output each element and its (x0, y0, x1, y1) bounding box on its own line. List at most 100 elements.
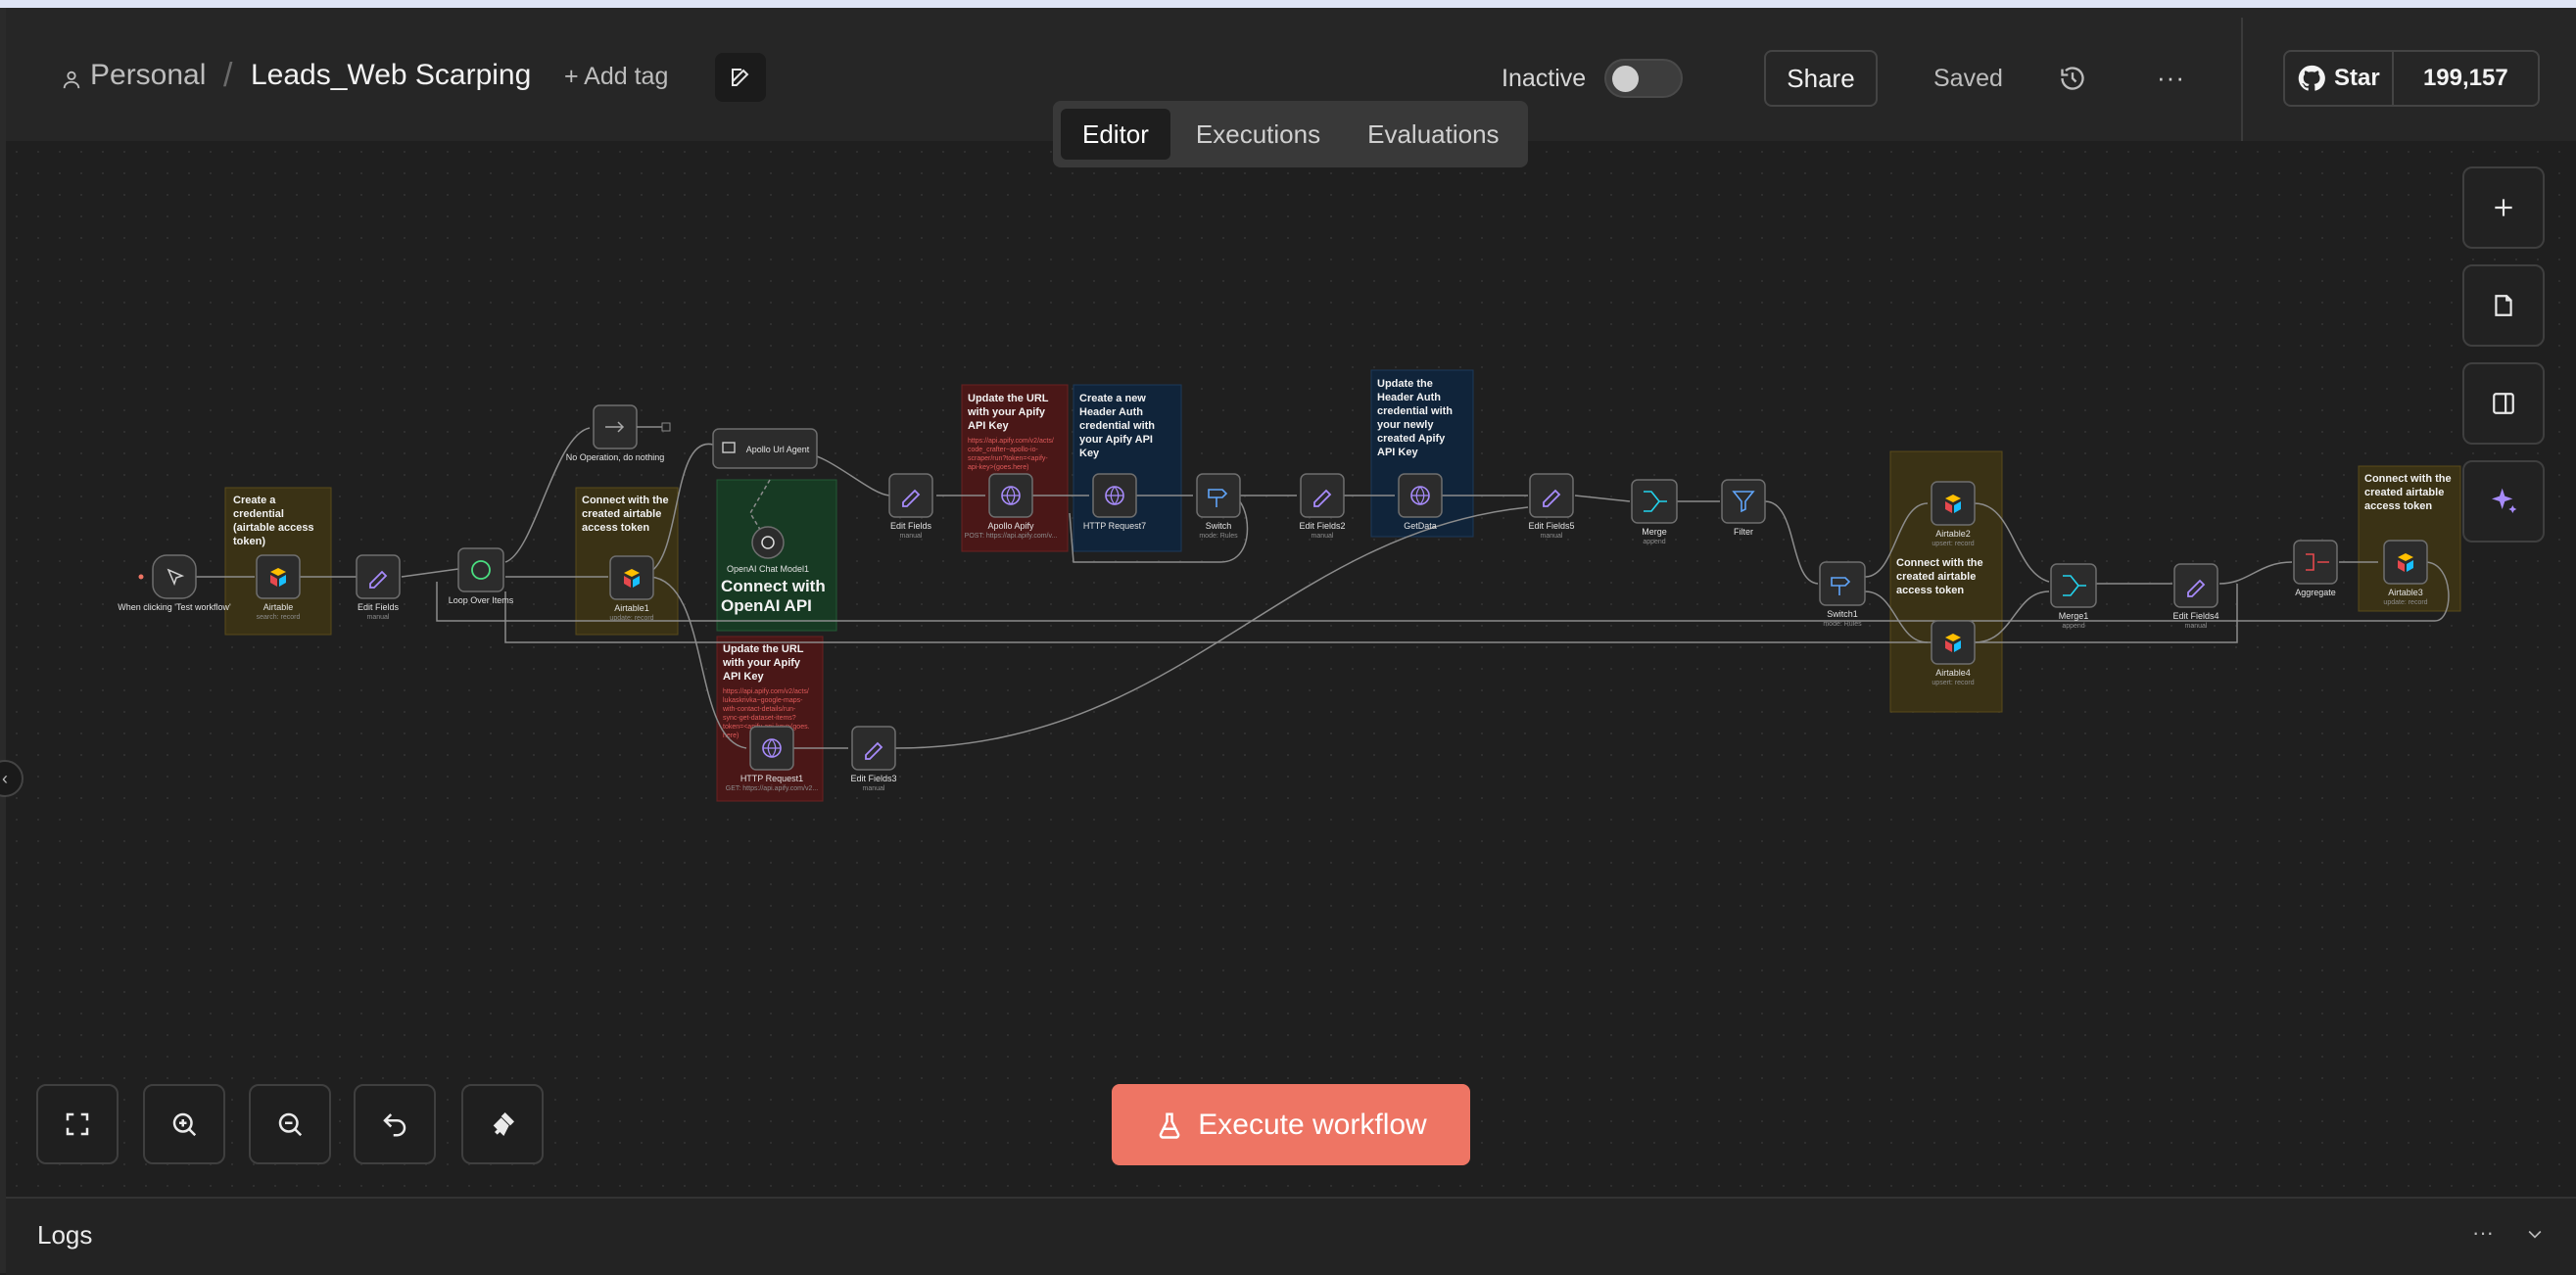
sparkle-icon (2492, 488, 2517, 513)
workflow-name[interactable]: Leads_Web Scarping (251, 59, 531, 92)
node-edit-fields3[interactable]: Edit Fields3 manual (850, 726, 897, 792)
node-label: Edit Fields3 (850, 774, 896, 783)
tab-editor[interactable]: Editor (1061, 109, 1170, 160)
ai-assistant-button[interactable] (2462, 460, 2545, 543)
tidy-up-button[interactable] (461, 1084, 544, 1164)
share-button[interactable]: Share (1764, 50, 1878, 107)
workflow-canvas[interactable]: .nbox { fill:#2c2c2c; stroke:#6e6e6e; st… (6, 141, 2576, 1197)
note-url: api-key>(goes.here) (968, 464, 1028, 471)
node-edit-fields[interactable]: Edit Fields manual (356, 554, 401, 621)
node-edit-fields2[interactable]: Edit Fields2 manual (1299, 473, 1346, 540)
flask-icon (1159, 1112, 1180, 1139)
node-label: Aggregate (2295, 588, 2336, 597)
node-switch[interactable]: Switch mode: Rules (1196, 473, 1241, 540)
saved-status: Saved (1933, 65, 2003, 92)
node-label: Airtable3 (2388, 588, 2423, 597)
node-sublabel: manual (367, 614, 390, 621)
note-url: lukaskrivka~google-maps- (723, 697, 803, 704)
node-sublabel: upsert: record (1932, 680, 1974, 686)
node-sublabel: mode: Rules (1199, 533, 1238, 540)
active-status-label: Inactive (1502, 65, 1587, 92)
edit-icon (732, 69, 749, 86)
active-toggle[interactable] (1604, 59, 1683, 98)
note-line: API Key (1377, 447, 1418, 458)
node-label: HTTP Request1 (740, 774, 803, 783)
add-sticky-note-button[interactable] (2462, 264, 2545, 347)
execute-workflow-button[interactable]: Execute workflow (1112, 1084, 1470, 1165)
node-edit-fields5[interactable]: Edit Fields5 manual (1528, 473, 1575, 540)
zoom-in-button[interactable] (143, 1084, 225, 1164)
node-edit-fields-b[interactable]: Edit Fields manual (888, 473, 933, 540)
breadcrumb-project[interactable]: Personal (90, 59, 206, 92)
undo-button[interactable] (354, 1084, 436, 1164)
node-label: Airtable4 (1935, 668, 1971, 678)
node-label: Edit Fields (890, 521, 932, 531)
node-label: Edit Fields2 (1299, 521, 1345, 531)
note-url: https://api.apify.com/v2/acts/ (723, 688, 809, 695)
note-line: access token (2364, 500, 2432, 512)
note-line: token) (233, 536, 265, 547)
note-line: with your Apify (967, 406, 1046, 418)
fit-view-button[interactable] (36, 1084, 119, 1164)
node-sublabel: GET: https://api.apify.com/v2... (726, 785, 818, 792)
node-airtable2[interactable]: Airtable2 upsert: record (1931, 481, 1976, 547)
node-sublabel: search: record (257, 614, 301, 621)
node-airtable4[interactable]: Airtable4 upsert: record (1931, 620, 1976, 686)
note-line: Create a new (1079, 393, 1146, 404)
node-airtable3[interactable]: Airtable3 update: record (2383, 540, 2428, 606)
plus-icon (2495, 199, 2512, 216)
note-line: with your Apify (722, 657, 801, 669)
node-switch1[interactable]: Switch1 mode: Rules (1819, 561, 1866, 628)
node-label: Loop Over Items (449, 595, 514, 605)
node-aggregate[interactable]: Aggregate (2293, 540, 2338, 597)
logs-more-button[interactable]: ··· (2472, 1220, 2494, 1246)
node-sublabel: POST: https://api.apify.com/v... (965, 533, 1058, 540)
node-noop[interactable]: No Operation, do nothing (566, 404, 671, 462)
node-edit-fields4[interactable]: Edit Fields4 manual (2172, 563, 2219, 630)
fullscreen-icon (66, 1112, 89, 1136)
chevron-down-icon[interactable] (2525, 1224, 2545, 1244)
node-label: Filter (1734, 527, 1753, 537)
node-loop-over-items[interactable]: Loop Over Items (449, 547, 514, 605)
node-label: Airtable (263, 602, 294, 612)
node-label: OpenAI Chat Model1 (727, 564, 809, 574)
note-line: Update the URL (723, 643, 804, 655)
node-airtable1[interactable]: Airtable1 update: record (609, 555, 654, 622)
undo-icon (383, 1113, 406, 1137)
more-options-button[interactable]: ··· (2157, 63, 2185, 93)
tab-executions[interactable]: Executions (1174, 109, 1342, 160)
add-tag-button[interactable]: + Add tag (564, 63, 668, 91)
history-icon[interactable] (2059, 65, 2086, 92)
logs-panel[interactable]: Logs ··· (6, 1197, 2576, 1275)
note-url: code_crafter~apollo-io- (968, 447, 1038, 453)
node-merge1[interactable]: Merge1 append (2050, 563, 2097, 630)
note-line: Key (1079, 448, 1100, 459)
node-http-request7[interactable]: HTTP Request7 (1083, 473, 1146, 531)
add-node-button[interactable] (2462, 166, 2545, 249)
node-merge[interactable]: Merge append (1631, 479, 1678, 545)
view-tabs: Editor Executions Evaluations (1053, 101, 1528, 167)
node-getdata[interactable]: GetData (1398, 473, 1443, 531)
note-line: Update the (1377, 378, 1433, 390)
note-line: Update the URL (968, 393, 1049, 404)
note-line: Connect with the (1896, 557, 1983, 569)
toggle-panel-button[interactable] (2462, 362, 2545, 445)
node-apollo-url-agent[interactable]: Apollo Url Agent (712, 428, 818, 469)
node-label: Switch (1206, 521, 1232, 531)
note-line: API Key (723, 671, 764, 683)
node-label: No Operation, do nothing (566, 452, 665, 462)
note-line: API Key (968, 420, 1009, 432)
node-filter[interactable]: Filter (1721, 479, 1766, 537)
tab-evaluations[interactable]: Evaluations (1346, 109, 1520, 160)
node-sublabel: manual (2185, 623, 2208, 630)
edit-description-button[interactable] (715, 53, 766, 102)
node-sublabel: manual (1541, 533, 1563, 540)
node-sublabel: upsert: record (1932, 541, 1974, 547)
zoom-out-button[interactable] (249, 1084, 331, 1164)
sticky-note-icon (2495, 295, 2512, 316)
node-trigger[interactable]: When clicking 'Test workflow' (118, 554, 231, 612)
github-star-button[interactable]: Star 199,157 (2283, 50, 2540, 107)
node-label: HTTP Request7 (1083, 521, 1146, 531)
note-line: created Apify (1377, 433, 1446, 445)
note-line: Header Auth (1377, 392, 1441, 403)
